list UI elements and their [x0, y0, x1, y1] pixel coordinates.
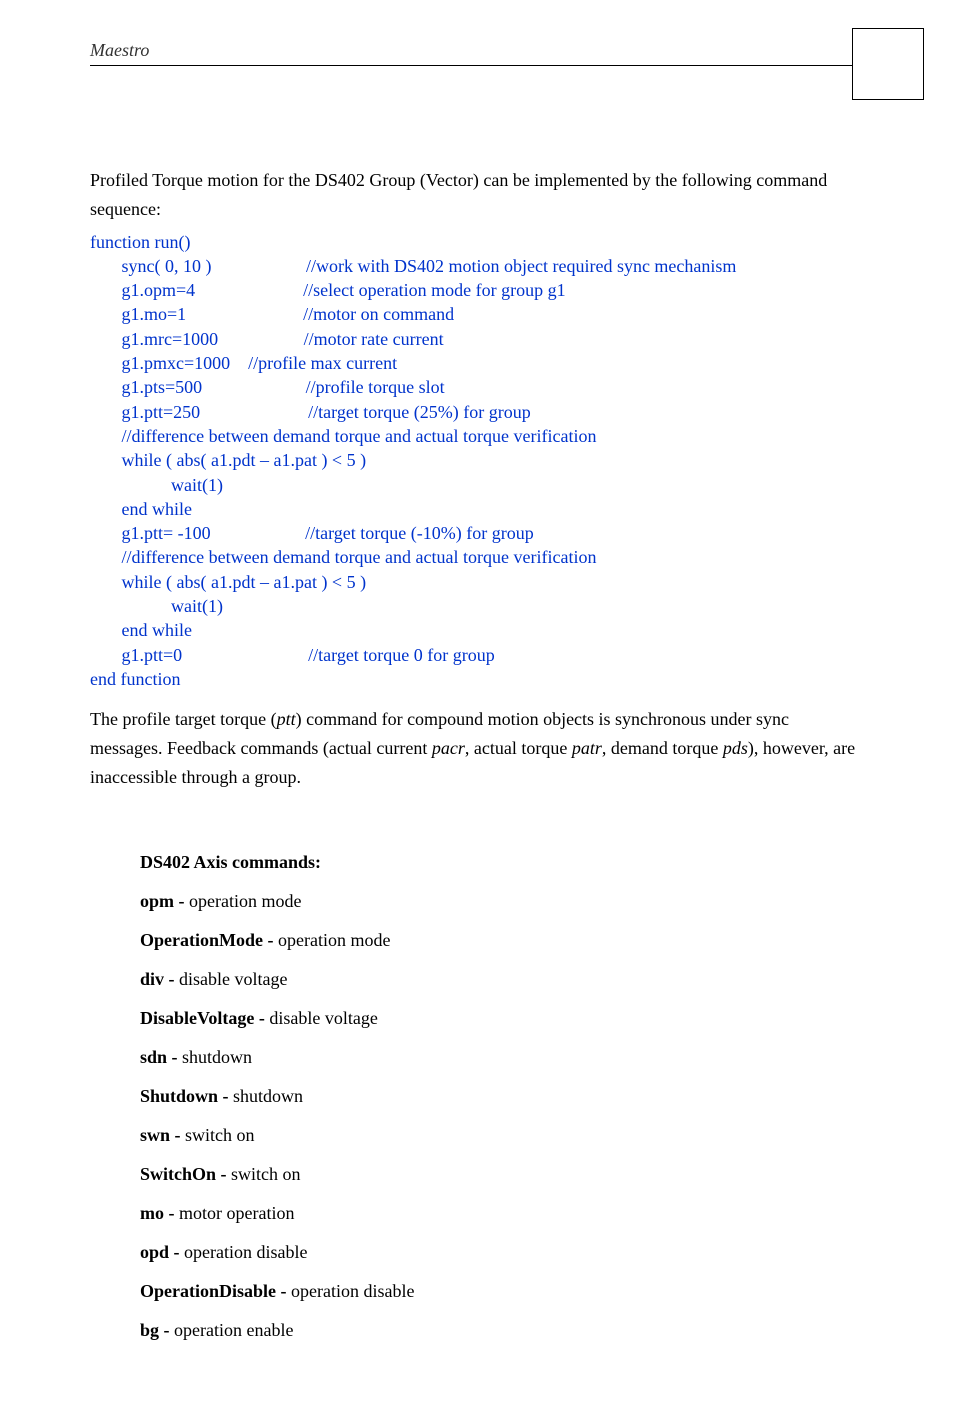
command-list: DS402 Axis commands: opm - operation mod…	[140, 852, 864, 1341]
para-t1: The profile target torque (	[90, 709, 277, 729]
cmd-item: bg - operation enable	[140, 1320, 864, 1341]
explanation-paragraph: The profile target torque (ptt) command …	[90, 705, 864, 791]
cmd-item: SwitchOn - switch on	[140, 1164, 864, 1185]
cmd-item: div - disable voltage	[140, 969, 864, 990]
header-box	[852, 28, 924, 100]
cmd-item: Shutdown - shutdown	[140, 1086, 864, 1107]
cmd-item: sdn - shutdown	[140, 1047, 864, 1068]
cmd-name: swn -	[140, 1125, 181, 1145]
cmd-name: sdn -	[140, 1047, 178, 1067]
cmd-desc: operation disable	[291, 1281, 414, 1301]
cmd-name: OperationMode -	[140, 930, 274, 950]
cmd-desc: disable voltage	[179, 969, 287, 989]
header-rule	[90, 65, 864, 66]
cmd-desc: shutdown	[233, 1086, 303, 1106]
code-block: function run() sync( 0, 10 ) //work with…	[90, 230, 864, 692]
cmd-desc: switch on	[185, 1125, 255, 1145]
cmd-name: DisableVoltage -	[140, 1008, 265, 1028]
para-i4: pds	[723, 738, 748, 758]
para-t4: , demand torque	[602, 738, 723, 758]
cmd-name: bg -	[140, 1320, 170, 1340]
para-t3: , actual torque	[465, 738, 572, 758]
cmd-desc: operation mode	[189, 891, 301, 911]
cmd-desc: shutdown	[182, 1047, 252, 1067]
para-i2: pacr	[432, 738, 465, 758]
cmd-item: swn - switch on	[140, 1125, 864, 1146]
cmd-name: opd -	[140, 1242, 180, 1262]
cmd-item: opd - operation disable	[140, 1242, 864, 1263]
cmd-name: mo -	[140, 1203, 175, 1223]
cmd-item: DisableVoltage - disable voltage	[140, 1008, 864, 1029]
cmd-item: mo - motor operation	[140, 1203, 864, 1224]
cmd-desc: operation mode	[278, 930, 390, 950]
cmd-desc: operation enable	[174, 1320, 293, 1340]
cmd-item: opm - operation mode	[140, 891, 864, 912]
cmd-desc: operation disable	[184, 1242, 307, 1262]
cmd-item: OperationMode - operation mode	[140, 930, 864, 951]
page-header-title: Maestro	[90, 40, 864, 61]
section-title: DS402 Axis commands:	[140, 852, 864, 873]
cmd-desc: disable voltage	[269, 1008, 377, 1028]
cmd-desc: switch on	[231, 1164, 301, 1184]
cmd-name: SwitchOn -	[140, 1164, 227, 1184]
cmd-name: div -	[140, 969, 175, 989]
cmd-desc: motor operation	[179, 1203, 294, 1223]
cmd-item: OperationDisable - operation disable	[140, 1281, 864, 1302]
cmd-name: Shutdown -	[140, 1086, 229, 1106]
intro-text: Profiled Torque motion for the DS402 Gro…	[90, 166, 864, 224]
cmd-name: opm -	[140, 891, 185, 911]
para-i1: ptt	[277, 709, 296, 729]
para-i3: patr	[572, 738, 602, 758]
cmd-name: OperationDisable -	[140, 1281, 287, 1301]
